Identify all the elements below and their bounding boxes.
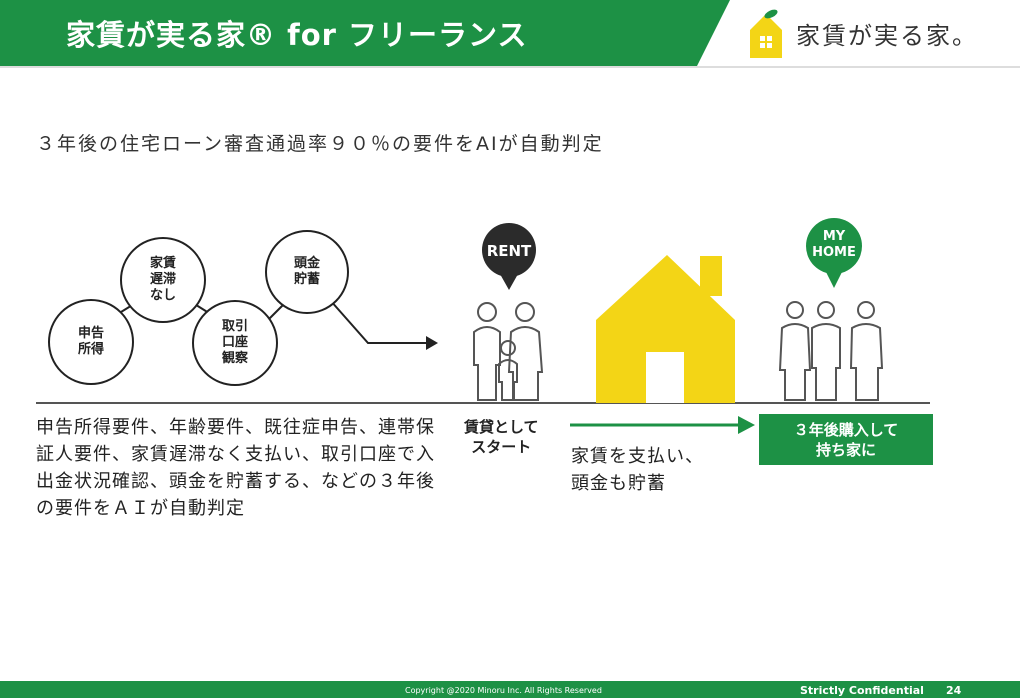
node-declared-income: 申告 所得: [48, 299, 134, 385]
page-number: 24: [946, 684, 962, 697]
confidential-label: Strictly Confidential: [800, 684, 924, 697]
rent-badge-label: RENT: [486, 242, 532, 260]
rental-start-label: 賃貸として スタート: [464, 418, 539, 456]
payment-label: 家賃を支払い、 頭金も貯蓄: [571, 446, 704, 494]
requirements-description: 申告所得要件、年齢要件、既往症申告、連帯保証人要件、家賃遅滞なく支払い、取引口座…: [36, 417, 435, 519]
renter-family-icon: [473, 302, 544, 401]
diagram-graphics: [36, 218, 930, 434]
house-door: [646, 352, 684, 403]
copyright-text: Copyright @2020 Minoru Inc. All Rights R…: [405, 686, 602, 695]
owner-family-icon: [778, 301, 884, 401]
purchase-result-box: ３年後購入して 持ち家に: [759, 414, 933, 465]
node-rent-no-delay: 家賃 遅滞 なし: [120, 237, 206, 323]
flow-arrow-head: [426, 336, 438, 350]
flow-arrow-line: [329, 299, 430, 344]
node-down-payment-savings: 頭金 貯蓄: [265, 230, 349, 314]
progress-arrow-head: [738, 416, 755, 434]
myhome-badge-label: MY HOME: [812, 229, 856, 260]
node-account-observation: 取引 口座 観察: [192, 300, 278, 386]
